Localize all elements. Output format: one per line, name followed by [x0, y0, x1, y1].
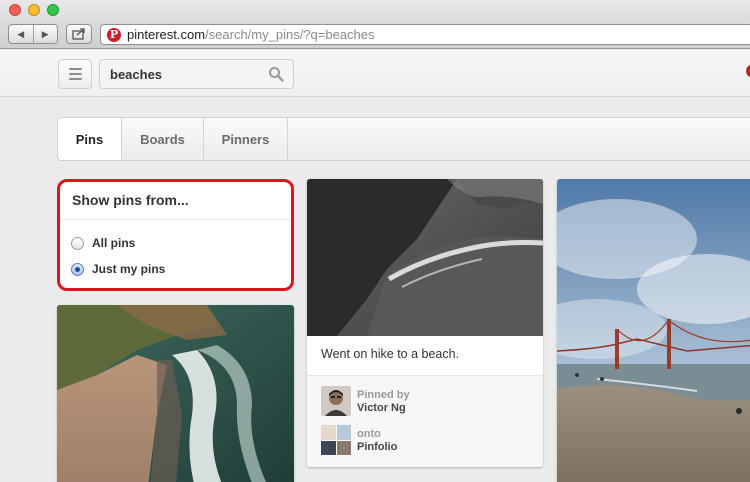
share-icon	[72, 28, 85, 40]
search-box	[99, 59, 294, 89]
tab-pinners[interactable]: Pinners	[204, 118, 288, 160]
just-my-pins-label: Just my pins	[92, 262, 166, 276]
address-bar[interactable]: P pinterest.com/search/my_pins/?q=beache…	[100, 24, 750, 45]
board-row[interactable]: onto Pinfolio	[321, 423, 529, 457]
pin-card[interactable]: Went on hike to a beach. Pinned by Victo…	[307, 179, 543, 467]
pin-image[interactable]	[57, 305, 294, 482]
board-thumbnail[interactable]	[321, 425, 351, 455]
search-input[interactable]	[110, 66, 260, 82]
menu-icon-bar	[68, 73, 82, 75]
zoom-window-button[interactable]	[47, 4, 59, 16]
forward-button[interactable]: ▶	[32, 25, 58, 43]
menu-button[interactable]	[58, 59, 92, 89]
pin-description: Went on hike to a beach.	[307, 336, 543, 376]
pinner-row[interactable]: Pinned by Victor Ng	[321, 384, 529, 418]
filter-title: Show pins from...	[60, 182, 291, 220]
onto-label: onto	[357, 427, 381, 440]
just-my-pins-option[interactable]: Just my pins	[60, 256, 291, 282]
forward-arrow-icon: ▶	[41, 28, 49, 39]
all-pins-radio[interactable]	[71, 236, 84, 250]
pins-filter-card: Show pins from... All pins Just my pins	[57, 179, 294, 291]
all-pins-option[interactable]: All pins	[60, 230, 291, 256]
url-path: /search/my_pins/?q=beaches	[205, 27, 375, 42]
back-arrow-icon: ◀	[17, 28, 25, 39]
avatar[interactable]	[321, 386, 351, 416]
pinned-by-label: Pinned by	[357, 388, 410, 401]
search-tabs: Pins Boards Pinners	[57, 117, 750, 161]
search-icon[interactable]	[268, 66, 284, 82]
close-window-button[interactable]	[9, 4, 21, 16]
browser-toolbar: ◀ ▶ P pinterest.com/search/my_pins/?q=be…	[0, 0, 750, 49]
minimize-window-button[interactable]	[28, 4, 40, 16]
nav-buttons: ◀ ▶	[8, 24, 58, 44]
board-name[interactable]: Pinfolio	[357, 441, 397, 453]
pinner-name[interactable]: Victor Ng	[357, 402, 410, 414]
tab-boards[interactable]: Boards	[122, 118, 204, 160]
pin-card[interactable]	[57, 305, 294, 482]
just-my-pins-radio[interactable]	[71, 262, 84, 276]
url-host: pinterest.com	[127, 27, 206, 42]
tab-pins[interactable]: Pins	[58, 118, 122, 160]
pin-attribution: Pinned by Victor Ng onto Pinfolio	[307, 376, 543, 467]
logo-edge-icon	[746, 65, 750, 77]
menu-icon-bar	[68, 68, 82, 70]
pinterest-favicon-icon: P	[107, 27, 121, 42]
back-button[interactable]: ◀	[9, 25, 33, 43]
menu-icon-bar	[68, 78, 82, 80]
site-header	[0, 50, 750, 97]
filter-options: All pins Just my pins	[60, 220, 291, 282]
share-button[interactable]	[66, 24, 92, 44]
pin-image[interactable]	[307, 179, 543, 336]
pin-card[interactable]	[557, 179, 750, 482]
pin-image[interactable]	[557, 179, 750, 482]
all-pins-label: All pins	[92, 236, 136, 250]
